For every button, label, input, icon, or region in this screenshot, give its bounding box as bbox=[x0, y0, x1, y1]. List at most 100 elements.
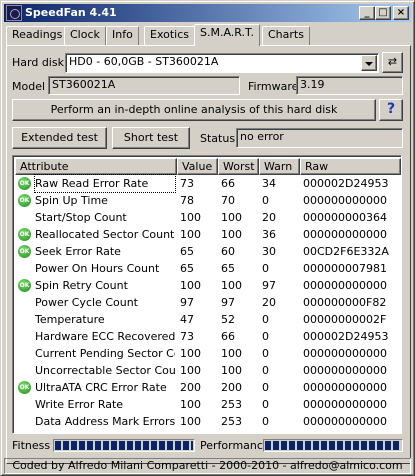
cell-value: 65 bbox=[180, 262, 194, 275]
column-attribute[interactable]: Attribute bbox=[15, 158, 177, 175]
cell-worst: 65 bbox=[221, 262, 235, 275]
status-bar: Coded by Alfredo Milani Comparetti - 200… bbox=[4, 458, 411, 474]
minimize-icon[interactable]: _ bbox=[359, 6, 375, 20]
performance-bar bbox=[263, 439, 403, 452]
cell-warn: 20 bbox=[262, 211, 276, 224]
cell-value: 100 bbox=[180, 364, 201, 377]
cell-warn: 36 bbox=[262, 228, 276, 241]
title-bar[interactable]: SpeedFan 4.41 _ □ × bbox=[4, 4, 411, 22]
close-icon[interactable]: × bbox=[393, 6, 409, 20]
firmware-label: Firmware bbox=[248, 80, 299, 93]
table-row[interactable]: OK Spin Retry Count 100 100 97 000000000000 bbox=[15, 277, 401, 294]
tab-charts[interactable]: Charts bbox=[262, 26, 310, 45]
tab-smart[interactable]: S.M.A.R.T. bbox=[194, 24, 260, 46]
table-row[interactable]: Current Pending Sector Co...100100000000… bbox=[15, 345, 401, 362]
maximize-icon[interactable]: □ bbox=[375, 6, 391, 20]
cell-attribute: Seek Error Rate bbox=[35, 245, 121, 258]
cell-warn: 0 bbox=[262, 347, 269, 360]
cell-worst: 52 bbox=[221, 313, 235, 326]
cell-attribute: Power On Hours Count bbox=[35, 262, 160, 275]
smart-attribute-table[interactable]: Attribute Value Worst Warn Raw OK Raw Rea… bbox=[12, 155, 402, 434]
extended-test-button[interactable]: Extended test bbox=[12, 127, 107, 149]
cell-raw: 000002D24953 bbox=[303, 177, 389, 190]
chevron-down-icon[interactable] bbox=[361, 55, 377, 71]
cell-value: 100 bbox=[180, 398, 201, 411]
status-field: no error bbox=[236, 128, 403, 148]
help-icon: ? bbox=[386, 101, 396, 117]
cell-value: 200 bbox=[180, 381, 201, 394]
ok-status-icon: OK bbox=[18, 194, 31, 207]
table-row[interactable]: OK Spin Up Time 78 70 0 000000000000 bbox=[15, 192, 401, 209]
window-title: SpeedFan 4.41 bbox=[25, 6, 117, 19]
cell-value: 97 bbox=[180, 296, 194, 309]
column-value[interactable]: Value bbox=[177, 158, 218, 175]
table-header: Attribute Value Worst Warn Raw bbox=[15, 158, 401, 175]
cell-raw: 000000000F82 bbox=[303, 296, 387, 309]
cell-worst: 70 bbox=[221, 194, 235, 207]
table-row[interactable]: Data Address Mark Errors 100 253 0 000000000… bbox=[15, 413, 401, 430]
cell-warn: 0 bbox=[262, 313, 269, 326]
column-raw[interactable]: Raw bbox=[300, 158, 401, 175]
cell-worst: 60 bbox=[221, 245, 235, 258]
ok-status-icon: OK bbox=[18, 177, 31, 190]
cell-attribute: Start/Stop Count bbox=[35, 211, 127, 224]
cell-worst: 100 bbox=[221, 364, 242, 377]
ok-status-icon: OK bbox=[18, 279, 31, 292]
cell-worst: 100 bbox=[221, 211, 242, 224]
table-row[interactable]: Power On Hours Count 65 65 0 000000007981 bbox=[15, 260, 401, 277]
cell-raw: 000000000000 bbox=[303, 228, 387, 241]
refresh-button[interactable]: ⇄ bbox=[382, 52, 403, 73]
speedfan-app-icon[interactable] bbox=[6, 5, 22, 21]
table-row[interactable]: Start/Stop Count 100 100 20 000000000364 bbox=[15, 209, 401, 226]
cell-worst: 66 bbox=[221, 177, 235, 190]
cell-warn: 20 bbox=[262, 296, 276, 309]
online-analysis-button[interactable]: Perform an in-depth online analysis of t… bbox=[12, 99, 376, 121]
cell-value: 73 bbox=[180, 177, 194, 190]
model-label: Model bbox=[12, 80, 46, 93]
cell-worst: 253 bbox=[221, 398, 242, 411]
cell-attribute: Power Cycle Count bbox=[35, 296, 138, 309]
cell-attribute: Reallocated Sector Count bbox=[35, 228, 175, 241]
column-warn[interactable]: Warn bbox=[259, 158, 300, 175]
short-test-button[interactable]: Short test bbox=[112, 127, 190, 149]
cell-worst: 100 bbox=[221, 228, 242, 241]
column-worst[interactable]: Worst bbox=[218, 158, 259, 175]
cell-value: 100 bbox=[180, 415, 201, 428]
ok-status-icon: OK bbox=[18, 381, 31, 394]
tab-clock[interactable]: Clock bbox=[64, 26, 106, 45]
table-row[interactable]: OK Seek Error Rate 65 60 30 00CD2F6E332A bbox=[15, 243, 401, 260]
cell-warn: 0 bbox=[262, 381, 269, 394]
help-button[interactable]: ? bbox=[379, 99, 403, 121]
ok-status-icon: OK bbox=[18, 245, 31, 258]
table-row[interactable]: OK Reallocated Sector Count 100 100 36 000000… bbox=[15, 226, 401, 243]
cell-worst: 100 bbox=[221, 347, 242, 360]
cell-value: 73 bbox=[180, 330, 194, 343]
cell-raw: 000000000000 bbox=[303, 279, 387, 292]
tab-strip: Readings Clock Info Exotics S.M.A.R.T. C… bbox=[6, 24, 411, 46]
table-row[interactable]: Power Cycle Count 97 97 20 000000000F82 bbox=[15, 294, 401, 311]
table-row[interactable]: OK UltraATA CRC Error Rate 200 200 0 00000000… bbox=[15, 379, 401, 396]
cell-warn: 30 bbox=[262, 245, 276, 258]
tab-readings[interactable]: Readings bbox=[6, 26, 69, 45]
hard-disk-select[interactable]: HD0 - 60,0GB - ST360021A bbox=[65, 53, 379, 73]
speedfan-window: SpeedFan 4.41 _ □ × Readings Clock Info … bbox=[0, 0, 415, 476]
cell-attribute: Data Address Mark Errors bbox=[35, 415, 175, 428]
cell-warn: 0 bbox=[262, 415, 269, 428]
cell-raw: 00CD2F6E332A bbox=[303, 245, 389, 258]
cell-warn: 97 bbox=[262, 279, 276, 292]
cell-raw: 000000000000 bbox=[303, 415, 387, 428]
cell-attribute: Spin Up Time bbox=[35, 194, 108, 207]
table-row[interactable]: Write Error Rate 100 253 0 000000000000 bbox=[15, 396, 401, 413]
cell-raw: 00000000002F bbox=[303, 313, 387, 326]
table-row[interactable]: Temperature 47 52 0 00000000002F bbox=[15, 311, 401, 328]
table-row[interactable]: Hardware ECC Recovered 73 66 0 000002D24953 bbox=[15, 328, 401, 345]
fitness-bar-fill bbox=[55, 441, 193, 450]
table-row[interactable]: Uncorrectable Sector Count 100 100 0 0000000… bbox=[15, 362, 401, 379]
cell-raw: 000000000000 bbox=[303, 398, 387, 411]
tab-exotics[interactable]: Exotics bbox=[144, 26, 195, 45]
cell-value: 100 bbox=[180, 279, 201, 292]
tab-info[interactable]: Info bbox=[106, 26, 139, 45]
cell-raw: 000000000000 bbox=[303, 381, 387, 394]
firmware-field: 3.19 bbox=[296, 76, 403, 95]
table-row[interactable]: OK Raw Read Error Rate 73 66 34 000002D24953 bbox=[15, 174, 401, 193]
